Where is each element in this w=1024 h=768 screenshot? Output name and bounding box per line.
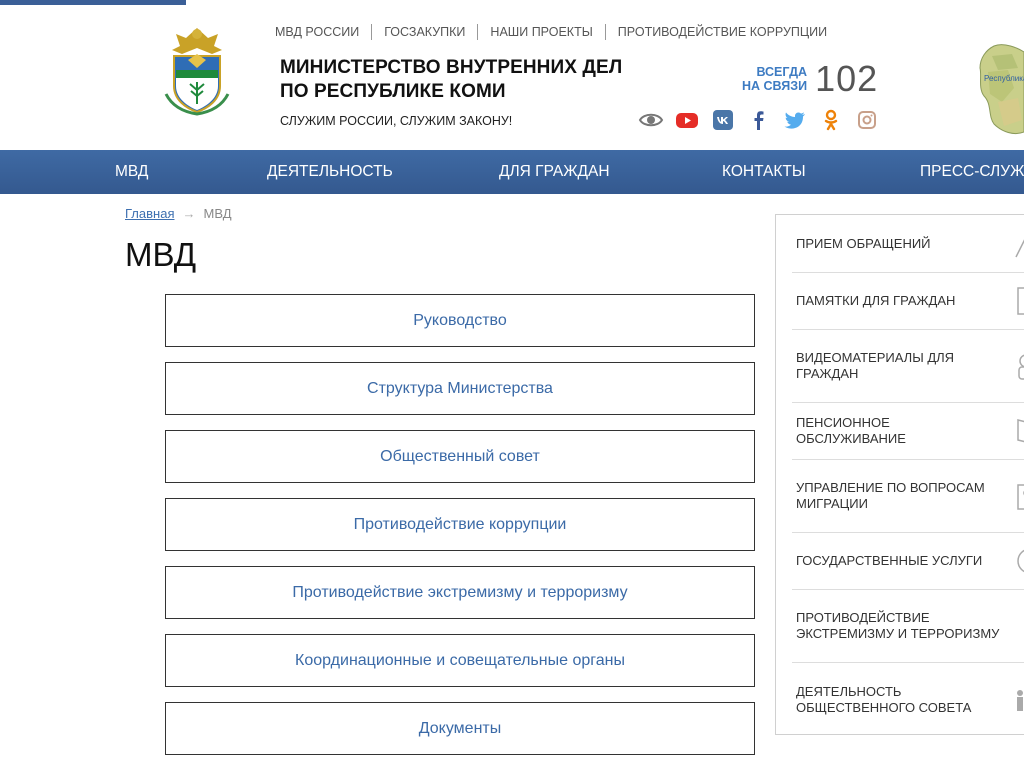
nav-item-contacts[interactable]: Контакты — [722, 150, 806, 194]
nav-item-press-service[interactable]: Пресс-служба — [920, 150, 1024, 194]
breadcrumb: Главная → МВД — [125, 206, 232, 221]
menu-item-counter-extremism[interactable]: Противодействие экстремизму и терроризму — [165, 566, 755, 619]
top-link-projects[interactable]: Наши проекты — [477, 24, 604, 40]
social-links — [638, 108, 890, 132]
youtube-icon[interactable] — [674, 108, 700, 132]
menu-item-anticorruption[interactable]: Противодействие коррупции — [165, 498, 755, 551]
sidebar-item-label: Управление по вопросам миграции — [796, 480, 985, 511]
menu-item-documents[interactable]: Документы — [165, 702, 755, 755]
book-icon — [1017, 419, 1024, 443]
sidebar-item-appeals[interactable]: Прием обращений — [792, 215, 1024, 273]
hotline-number: 102 — [815, 58, 879, 99]
menu-item-public-council[interactable]: Общественный совет — [165, 430, 755, 483]
sidebar-item-migration[interactable]: Управление по вопросам миграции — [792, 460, 1024, 533]
site-header: МВД России Госзакупки Наши проекты Проти… — [0, 0, 1024, 150]
section-menu: Руководство Структура Министерства Общес… — [165, 294, 755, 768]
sidebar-item-gov-services[interactable]: Государственные услуги — [792, 533, 1024, 590]
map-label: Республика — [984, 74, 1024, 83]
sidebar-item-label: Деятельность общественного совета — [796, 683, 972, 715]
nav-item-mvd[interactable]: МВД — [115, 150, 148, 194]
sidebar: Прием обращений Памятки для граждан Виде… — [775, 214, 1024, 735]
sidebar-item-label: Государственные услуги — [796, 553, 983, 568]
site-title[interactable]: Министерство внутренних дел по Республик… — [280, 56, 622, 104]
nav-item-activity[interactable]: Деятельность — [267, 150, 393, 194]
site-title-line2: по Республике Коми — [280, 81, 506, 102]
hotline: всегда на связи 102 — [742, 58, 878, 100]
site-title-line1: Министерство внутренних дел — [280, 57, 623, 78]
breadcrumb-arrow: → — [182, 206, 196, 221]
eye-icon[interactable] — [638, 108, 664, 132]
facebook-icon[interactable] — [746, 108, 772, 132]
pen-icon — [1015, 238, 1024, 257]
top-link-anticorruption[interactable]: Противодействие коррупции — [604, 24, 839, 40]
sidebar-item-videos[interactable]: Видеоматериалы для граждан — [792, 330, 1024, 403]
sidebar-item-public-council[interactable]: Деятельность общественного совета — [792, 663, 1024, 736]
republic-map-image[interactable]: Республика — [974, 42, 1024, 136]
sidebar-item-label: Противодействие экстремизму и терроризму — [796, 610, 1000, 641]
menu-item-leadership[interactable]: Руководство — [165, 294, 755, 347]
breadcrumb-current: МВД — [203, 206, 232, 221]
services-icon — [1017, 549, 1024, 573]
sidebar-item-memos[interactable]: Памятки для граждан — [792, 273, 1024, 330]
instagram-icon[interactable] — [854, 108, 880, 132]
sidebar-item-label: Пенсионное обслуживание — [796, 415, 906, 446]
twitter-icon[interactable] — [782, 108, 808, 132]
notebook-icon — [1017, 287, 1024, 315]
main-nav: МВД Деятельность Для граждан Контакты Пр… — [0, 150, 1024, 194]
top-links: МВД России Госзакупки Наши проекты Проти… — [275, 24, 839, 40]
hotline-label: всегда на связи — [742, 65, 807, 93]
menu-item-coordination-bodies[interactable]: Координационные и совещательные органы — [165, 634, 755, 687]
hotline-label-line1: всегда — [756, 65, 808, 79]
breadcrumb-home-link[interactable]: Главная — [125, 206, 174, 221]
sidebar-item-label: Памятки для граждан — [796, 293, 956, 308]
id-card-icon — [1017, 484, 1024, 510]
hotline-label-line2: на связи — [742, 79, 808, 93]
top-link-mvd-russia[interactable]: МВД России — [275, 24, 371, 40]
sidebar-item-label: Видеоматериалы для граждан — [796, 350, 955, 381]
nav-item-for-citizens[interactable]: Для граждан — [499, 150, 610, 194]
sidebar-item-counter-extremism[interactable]: Противодействие экстремизму и терроризму — [792, 590, 1024, 663]
site-slogan: Служим России, служим Закону! — [280, 114, 513, 128]
sidebar-item-label: Прием обращений — [796, 235, 931, 251]
camera-icon — [1018, 354, 1024, 380]
top-link-goszakupki[interactable]: Госзакупки — [371, 24, 477, 40]
menu-item-ministry-structure[interactable]: Структура Министерства — [165, 362, 755, 415]
page-title: МВД — [125, 236, 197, 273]
coat-of-arms-logo[interactable] — [162, 24, 232, 116]
sidebar-item-pension[interactable]: Пенсионное обслуживание — [792, 403, 1024, 460]
vk-icon[interactable] — [710, 108, 736, 132]
odnoklassniki-icon[interactable] — [818, 108, 844, 132]
people-icon — [1017, 689, 1023, 711]
